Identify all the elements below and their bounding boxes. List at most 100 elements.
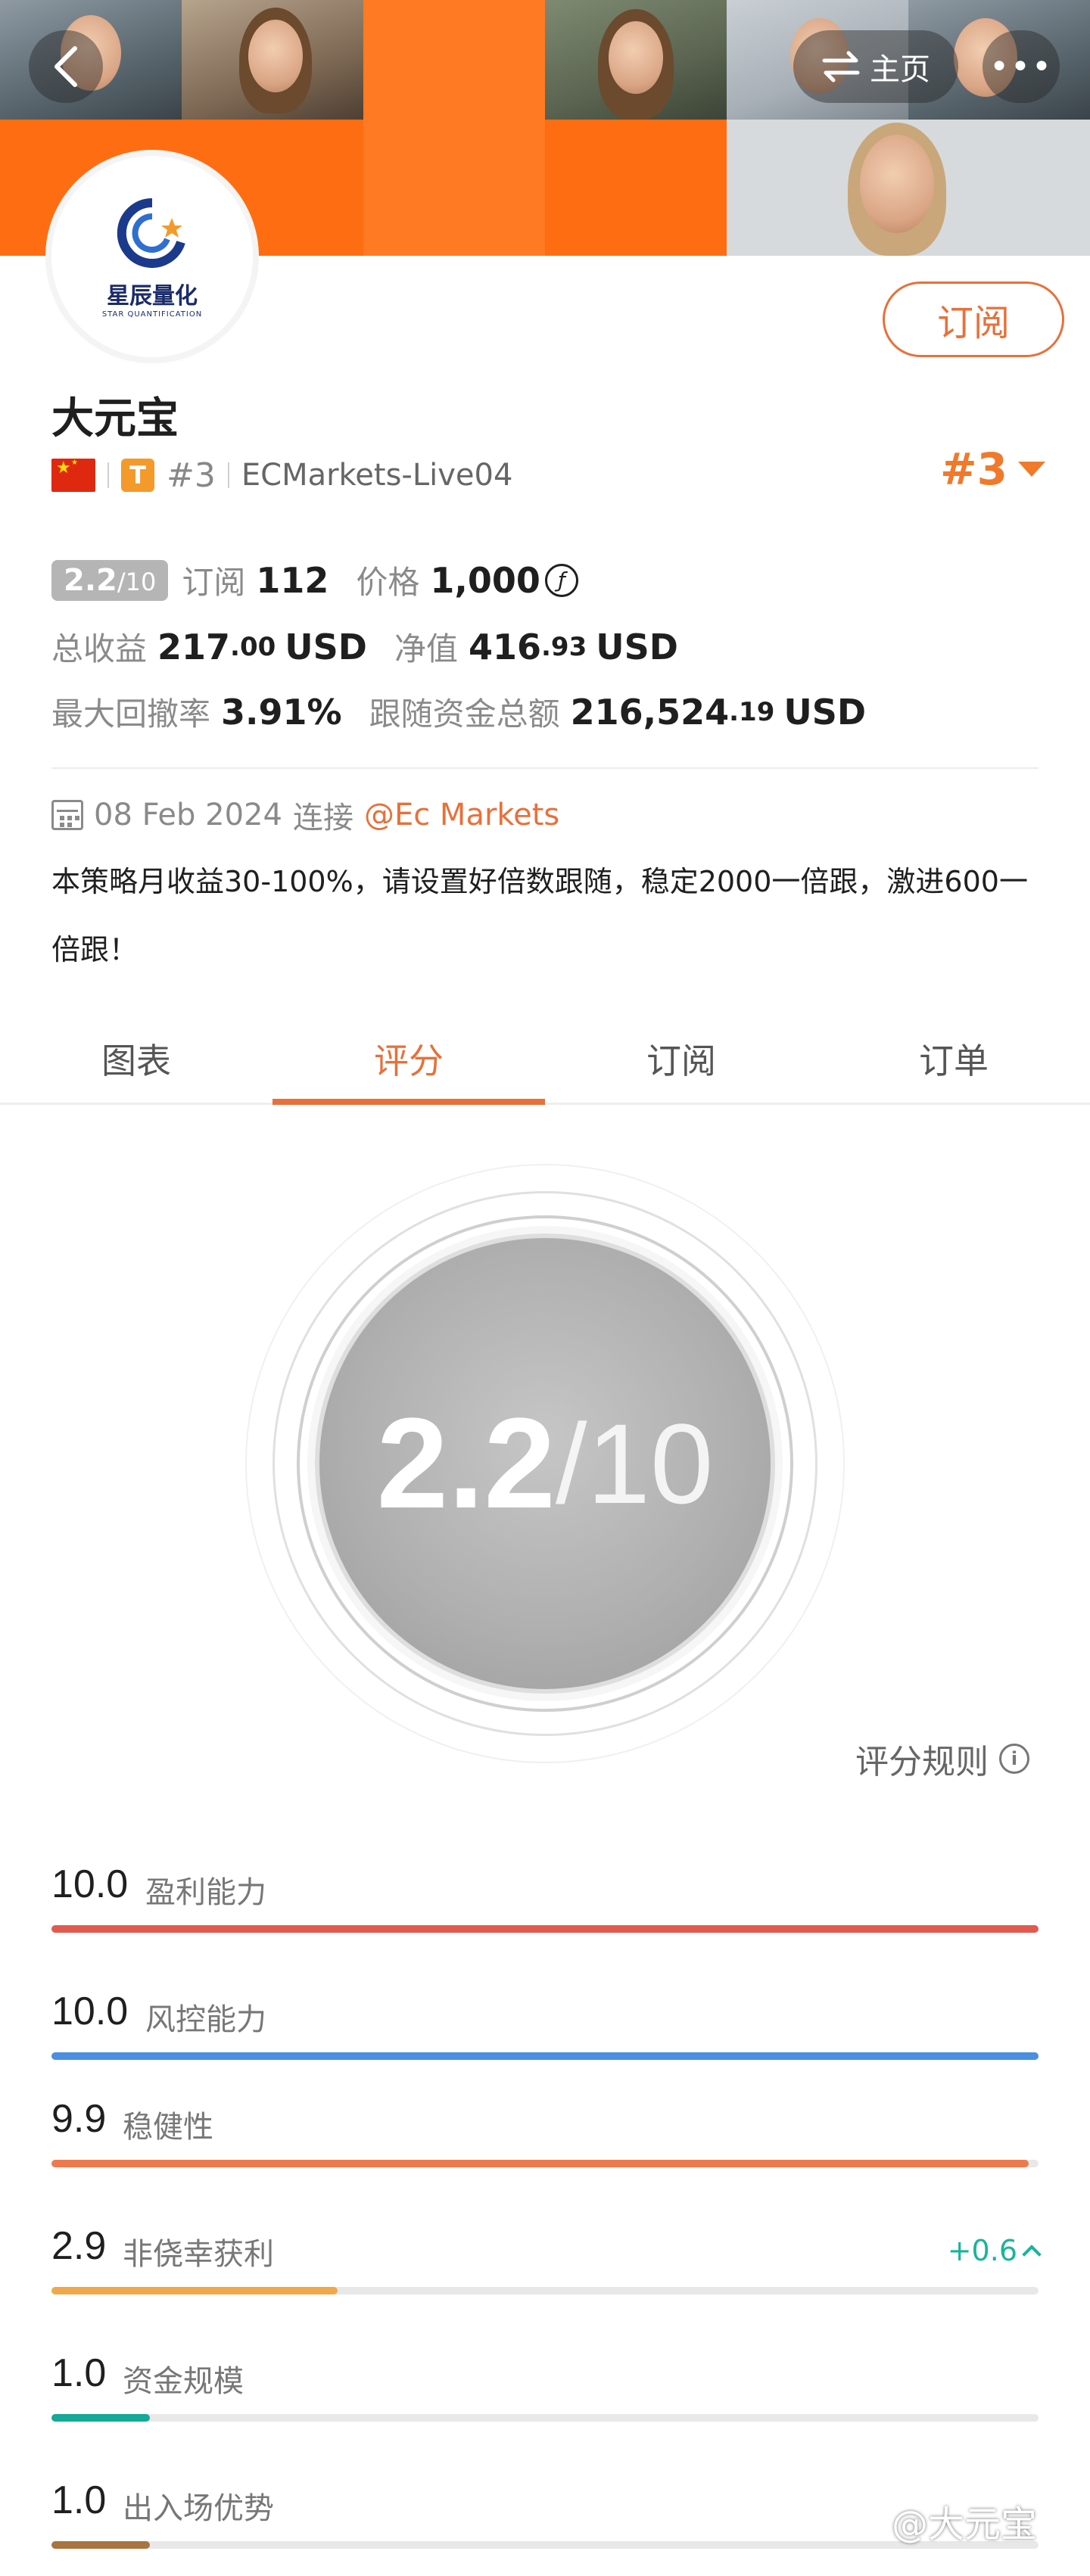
score-badge-max: /10 [117, 567, 157, 596]
metric-value: 1.0 [51, 2478, 107, 2522]
metric-bar [51, 2160, 1039, 2167]
metric-row: 10.0 盈利能力 [51, 1862, 1039, 1937]
banner-face [860, 135, 934, 233]
metric-label: 风控能力 [145, 2002, 266, 2037]
strategy-description: 本策略月收益30-100%，请设置好倍数跟随，稳定2000一倍跟，激进600一倍… [51, 865, 1028, 966]
divider [51, 767, 1039, 769]
net-value-dec: .93 [541, 631, 587, 662]
profile-name: 大元宝 [51, 394, 179, 443]
rank-label: #3 [167, 456, 216, 495]
max-drawdown-value: 3.91% [221, 691, 342, 733]
caret-down-icon [1017, 462, 1045, 477]
coin-icon: ƒ [544, 563, 578, 597]
banner-photo [727, 120, 1090, 256]
rank-value: #3 [940, 443, 1007, 495]
follow-funds-label: 跟随资金总额 [369, 695, 560, 733]
metric-value: 2.9 [51, 2224, 107, 2268]
stats-row-3: 最大回撤率 3.91% 跟随资金总额 216,524.19 USD [51, 689, 1051, 735]
divider [227, 462, 229, 488]
follow-funds-dec: .19 [729, 696, 775, 727]
avatar[interactable]: 星辰量化 STAR QUANTIFICATION [51, 156, 253, 357]
metric-bar-fill [51, 2541, 151, 2549]
calendar-icon [51, 800, 83, 830]
score-badge-value: 2.2 [64, 562, 117, 598]
metric-label: 出入场优势 [123, 2491, 274, 2526]
subscribe-count: 112 [256, 559, 329, 601]
metric-value: 10.0 [51, 1862, 129, 1906]
banner-photo [545, 0, 727, 120]
metric-bar-fill [51, 2287, 338, 2294]
net-value-int: 416 [468, 626, 541, 667]
tab-rating[interactable]: 评分 [272, 1014, 545, 1105]
net-value-unit: USD [596, 626, 678, 667]
star-logo-icon [117, 198, 185, 268]
more-button[interactable]: ••• [983, 30, 1060, 103]
divider [107, 462, 109, 488]
banner-face [609, 21, 663, 94]
rating-rules-link[interactable]: 评分规则 i [855, 1734, 1029, 1783]
tab-orders[interactable]: 订单 [818, 1014, 1090, 1103]
metric-value: 1.0 [51, 2351, 107, 2395]
metric-bar-fill [51, 2052, 1039, 2060]
metric-bar-fill [51, 2414, 151, 2422]
net-value-label: 净值 [394, 630, 458, 667]
subscribe-count-label: 订阅 [182, 564, 246, 601]
total-profit-dec: .00 [230, 631, 276, 662]
metric-row: 1.0 资金规模 [51, 2350, 1039, 2426]
metric-delta: +0.6 [947, 2234, 1042, 2267]
banner-tile [545, 120, 727, 256]
price-label: 价格 [356, 564, 420, 601]
total-profit-unit: USD [285, 626, 367, 667]
banner-face [248, 20, 303, 92]
metric-label: 资金规模 [123, 2364, 244, 2399]
max-drawdown-label: 最大回撤率 [51, 695, 211, 733]
metric-row: 2.9 非侥幸获利 +0.6 [51, 2223, 1042, 2299]
chevron-up-icon [1022, 2245, 1042, 2264]
price-value: 1,000 [430, 559, 540, 601]
account-name: ECMarkets-Live04 [241, 458, 513, 493]
home-label: 主页 [870, 52, 930, 87]
connection-row: 08 Feb 2024 连接 @Ec Markets [51, 793, 559, 837]
metric-bar [51, 2287, 1039, 2294]
tab-chart[interactable]: 图表 [0, 1014, 272, 1103]
metric-row: 1.0 出入场优势 [51, 2478, 1039, 2553]
subscribe-button[interactable]: 订阅 [883, 282, 1064, 357]
trader-badge: T [121, 459, 154, 492]
score-dial: 2.2/10 [245, 1164, 845, 1763]
metric-bar [51, 1925, 1039, 1933]
connect-label: 连接 [292, 801, 353, 835]
avatar-logo-text: 星辰量化 [107, 282, 198, 310]
metric-bar [51, 2052, 1039, 2060]
follow-funds-unit: USD [783, 691, 867, 733]
watermark: @大元宝 [892, 2503, 1038, 2546]
home-button[interactable]: 主页 [793, 30, 958, 103]
follow-funds-int: 216,524 [570, 691, 730, 733]
metric-label: 稳健性 [123, 2110, 213, 2145]
metric-value: 10.0 [51, 1990, 129, 2033]
metric-label: 非侥幸获利 [123, 2237, 274, 2272]
metric-row: 10.0 风控能力 [51, 1989, 1039, 2064]
score-badge: 2.2/10 [51, 559, 169, 601]
chevron-left-icon [54, 46, 77, 87]
stats-row-1: 2.2/10 订阅 112 价格 1,000 ƒ [51, 557, 1051, 603]
china-flag-icon: ★ ★ [51, 459, 95, 492]
metric-value: 9.9 [51, 2097, 107, 2141]
tab-subscriptions[interactable]: 订阅 [545, 1014, 818, 1103]
dial-score-text: 2.2/10 [245, 1164, 845, 1763]
metric-delta-value: +0.6 [947, 2234, 1017, 2267]
avatar-logo-sub: STAR QUANTIFICATION [101, 310, 203, 319]
broker-link[interactable]: @Ec Markets [364, 798, 559, 832]
total-profit-int: 217 [157, 626, 231, 667]
banner-tile [363, 0, 545, 120]
switch-arrows-icon [822, 51, 860, 82]
rank-dropdown[interactable]: #3 [940, 443, 1045, 495]
banner-tile [363, 120, 545, 256]
metric-bar-fill [51, 1925, 1039, 1933]
metric-bar [51, 2541, 1039, 2549]
back-button[interactable] [29, 30, 103, 103]
stats-row-2: 总收益 217.00 USD 净值 416.93 USD [51, 624, 1051, 670]
tab-bar: 图表 评分 订阅 订单 [0, 1014, 1090, 1105]
info-icon: i [999, 1744, 1029, 1774]
more-icon: ••• [989, 47, 1053, 86]
metric-row: 9.9 稳健性 [51, 2096, 1039, 2172]
